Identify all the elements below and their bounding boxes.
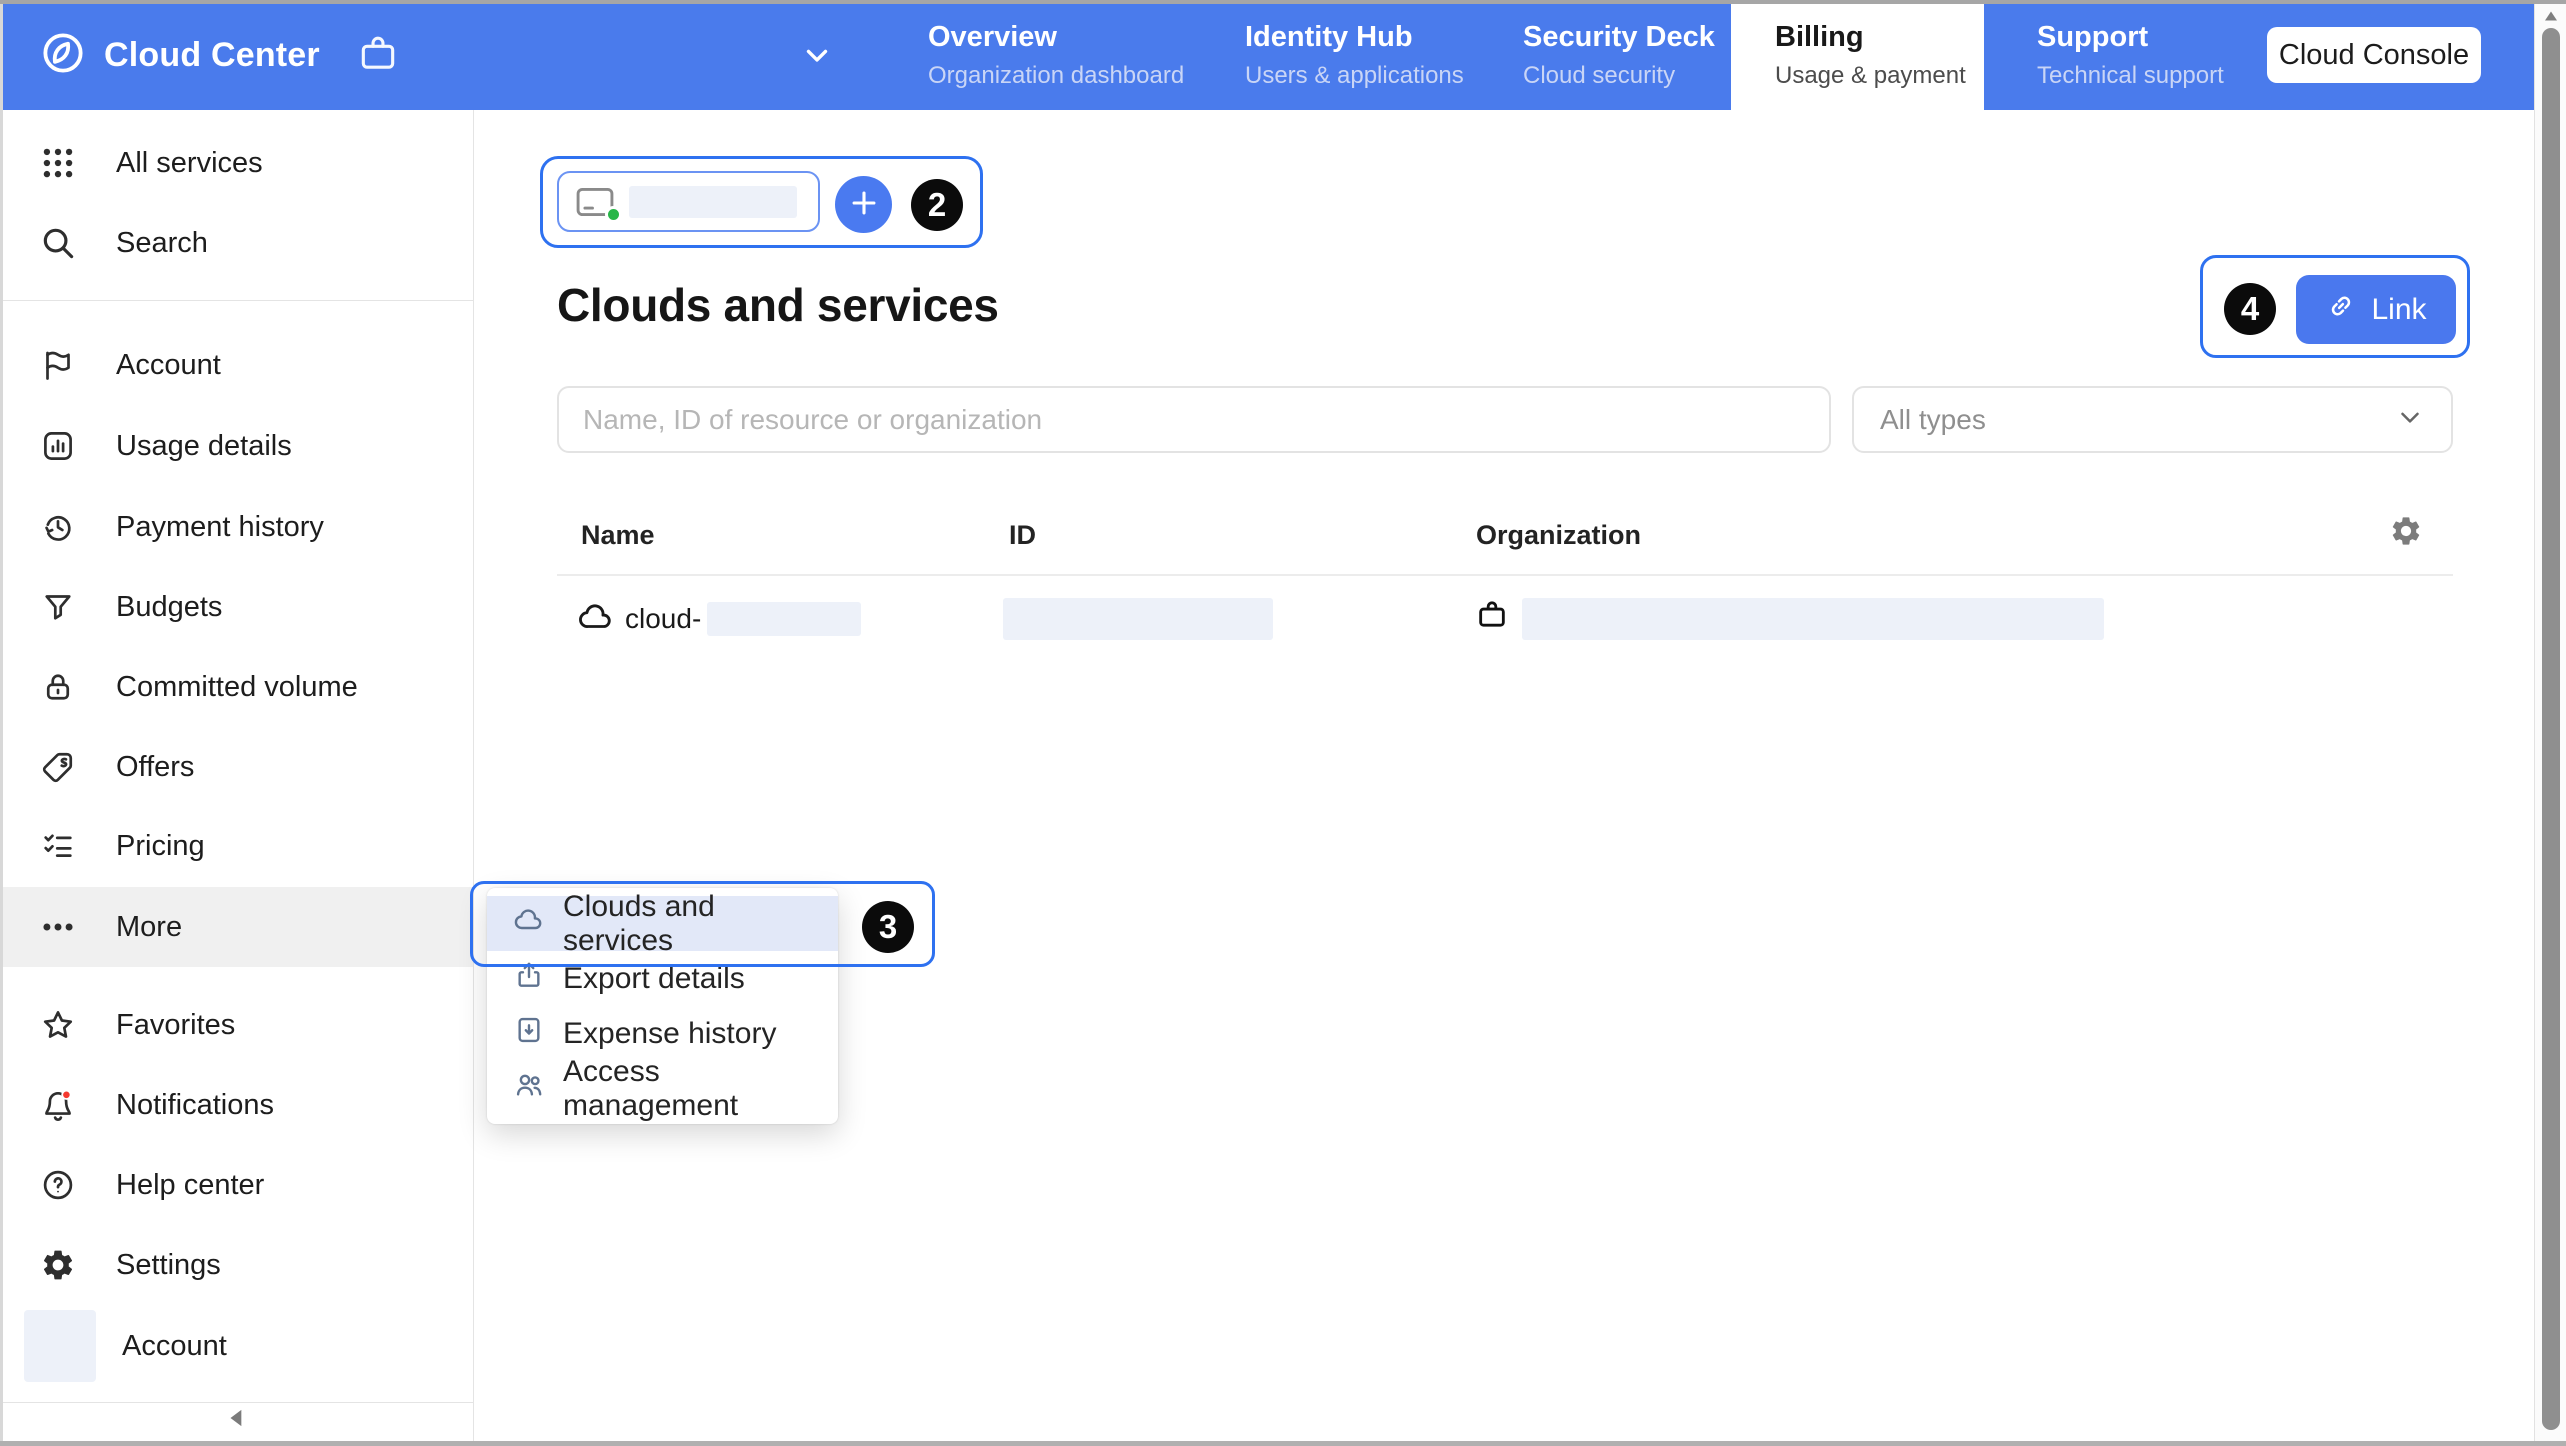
lock-icon	[38, 667, 78, 707]
sidebar-item-more[interactable]: More	[0, 887, 473, 967]
redacted-cloud-id	[1003, 598, 1273, 640]
top-header: Cloud Center Overview Organization dashb…	[0, 0, 2534, 110]
sidebar-divider	[0, 300, 473, 301]
bell-icon	[38, 1085, 78, 1125]
sidebar: All services Search Account	[0, 110, 474, 1446]
table-settings-gear-icon[interactable]	[2384, 510, 2428, 554]
nav-tab-overview[interactable]: Overview Organization dashboard	[884, 0, 1228, 110]
sidebar-item-account-profile[interactable]: Account	[0, 1306, 473, 1386]
bar-chart-icon	[38, 426, 78, 466]
funnel-icon	[38, 587, 78, 627]
export-icon	[513, 959, 545, 999]
sidebar-item-payment-history[interactable]: Payment history	[0, 487, 473, 567]
annotation-marker-2: 2	[911, 179, 963, 231]
column-header-organization[interactable]: Organization	[1476, 520, 1641, 551]
menu-item-export-details[interactable]: Export details	[487, 951, 838, 1006]
credit-card-icon	[573, 184, 617, 220]
redacted-cloud-name	[707, 602, 861, 636]
scrollbar-thumb[interactable]	[2542, 28, 2560, 1430]
question-circle-icon	[38, 1165, 78, 1205]
brand-name: Cloud Center	[104, 36, 320, 75]
checklist-icon	[38, 826, 78, 866]
sidebar-item-settings[interactable]: Settings	[0, 1225, 473, 1305]
app-window: Cloud Center Overview Organization dashb…	[0, 0, 2566, 1446]
annotation-box-4: 4 Link	[2200, 255, 2470, 358]
vertical-scrollbar	[2534, 0, 2566, 1446]
cloud-icon	[513, 904, 545, 944]
briefcase-icon	[1475, 598, 1509, 637]
nav-tab-billing[interactable]: Billing Usage & payment	[1731, 0, 1984, 110]
sidebar-item-account[interactable]: Account	[0, 325, 473, 405]
sidebar-item-favorites[interactable]: Favorites	[0, 985, 473, 1065]
price-tag-icon	[38, 747, 78, 787]
chevron-down-icon	[2395, 402, 2425, 437]
nav-tab-support[interactable]: Support Technical support	[1993, 0, 2268, 110]
type-filter-value: All types	[1880, 404, 2395, 436]
column-header-name[interactable]: Name	[581, 520, 655, 551]
more-context-menu: Clouds and services Export details Expen…	[487, 888, 838, 1124]
clock-history-icon	[38, 507, 78, 547]
org-switcher-chevron-down-icon[interactable]	[800, 38, 834, 77]
type-filter-select[interactable]: All types	[1852, 386, 2453, 453]
ellipsis-icon	[38, 907, 78, 947]
sidebar-item-search[interactable]: Search	[0, 203, 473, 283]
sidebar-item-all-services[interactable]: All services	[0, 123, 473, 203]
redacted-organization-name	[1522, 598, 2104, 640]
sidebar-item-committed-volume[interactable]: Committed volume	[0, 647, 473, 727]
flag-icon	[38, 345, 78, 385]
brand[interactable]: Cloud Center	[40, 0, 320, 110]
redacted-payment-value	[629, 186, 797, 218]
star-icon	[38, 1005, 78, 1045]
page-title: Clouds and services	[557, 278, 999, 332]
cloud-icon	[577, 598, 615, 641]
gear-icon	[38, 1245, 78, 1285]
status-green-dot	[605, 206, 622, 223]
sidebar-item-offers[interactable]: Offers	[0, 727, 473, 807]
table-header-divider	[557, 574, 2453, 576]
menu-item-clouds-and-services[interactable]: Clouds and services	[487, 896, 838, 951]
link-cloud-button[interactable]: Link	[2296, 275, 2456, 344]
cloud-center-logo-icon	[40, 30, 86, 81]
annotation-box-2: 2	[540, 156, 983, 248]
avatar	[24, 1310, 96, 1382]
plus-icon	[847, 186, 881, 223]
sidebar-item-pricing[interactable]: Pricing	[0, 806, 473, 886]
cloud-name-prefix: cloud-	[625, 603, 701, 635]
column-header-id[interactable]: ID	[1009, 520, 1036, 551]
resource-search-input[interactable]	[557, 386, 1831, 453]
document-download-icon	[513, 1014, 545, 1054]
menu-item-expense-history[interactable]: Expense history	[487, 1006, 838, 1061]
scroll-up-arrow-icon[interactable]	[2542, 8, 2560, 24]
add-payment-button[interactable]	[835, 176, 892, 233]
search-icon	[38, 223, 78, 263]
link-chain-icon	[2325, 290, 2357, 330]
sidebar-item-budgets[interactable]: Budgets	[0, 567, 473, 647]
menu-item-access-management[interactable]: Access management	[487, 1061, 838, 1116]
sidebar-collapse-button[interactable]	[0, 1400, 473, 1440]
grid-icon	[38, 143, 78, 183]
people-icon	[513, 1069, 545, 1109]
organization-briefcase-icon[interactable]	[356, 32, 400, 81]
sidebar-item-notifications[interactable]: Notifications	[0, 1065, 473, 1145]
nav-tab-security-deck[interactable]: Security Deck Cloud security	[1479, 0, 1759, 110]
sidebar-item-usage-details[interactable]: Usage details	[0, 406, 473, 486]
annotation-marker-3: 3	[862, 901, 914, 953]
annotation-marker-4: 4	[2224, 283, 2276, 335]
nav-tab-identity-hub[interactable]: Identity Hub Users & applications	[1201, 0, 1508, 110]
collapse-left-arrow-icon	[224, 1405, 250, 1436]
payment-method-widget[interactable]	[557, 171, 820, 232]
cloud-console-button[interactable]: Cloud Console	[2267, 27, 2481, 83]
sidebar-item-help-center[interactable]: Help center	[0, 1145, 473, 1225]
